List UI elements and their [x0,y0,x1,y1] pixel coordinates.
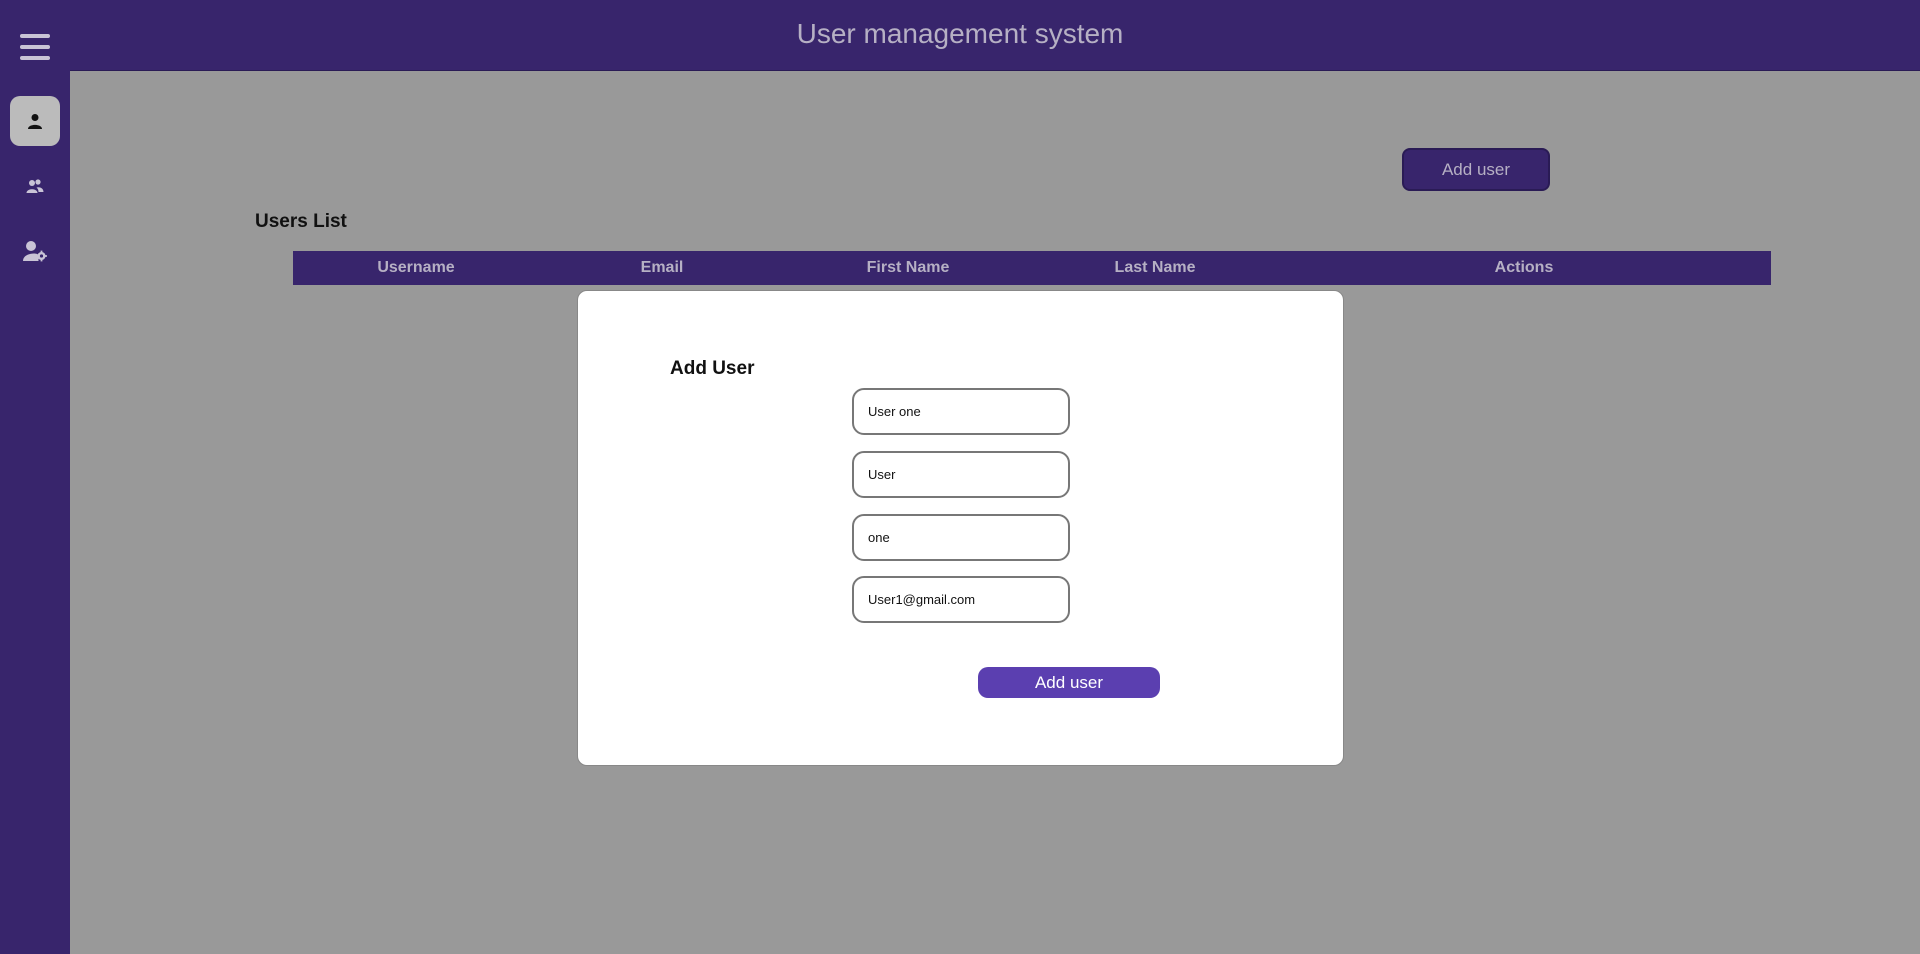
add-user-button[interactable]: Add user [1402,148,1550,191]
user-settings-icon [23,241,47,262]
email-field[interactable] [852,576,1070,623]
user-icon [28,114,42,129]
column-header-first-name[interactable]: First Name [867,259,950,277]
users-list-title: Users List [255,211,347,232]
column-header-email[interactable]: Email [641,259,684,277]
users-table-header: Username Email First Name Last Name Acti… [293,251,1771,285]
sidebar-item-users[interactable] [10,96,60,146]
modal-title: Add User [670,358,755,379]
sidebar [0,0,70,954]
add-user-modal: Add User Add user [577,290,1344,766]
username-field[interactable] [852,388,1070,435]
column-header-last-name[interactable]: Last Name [1115,259,1196,277]
sidebar-item-user-settings[interactable] [10,226,60,276]
app-title: User management system [796,18,1124,49]
app-header: User management system [0,0,1920,71]
submit-add-user-button[interactable]: Add user [978,667,1160,698]
last-name-field[interactable] [852,514,1070,561]
sidebar-item-groups[interactable] [10,161,60,211]
first-name-field[interactable] [852,451,1070,498]
users-group-icon [26,179,44,193]
hamburger-menu-icon[interactable] [20,34,50,60]
column-header-actions: Actions [1494,259,1554,276]
column-header-username[interactable]: Username [377,259,454,277]
